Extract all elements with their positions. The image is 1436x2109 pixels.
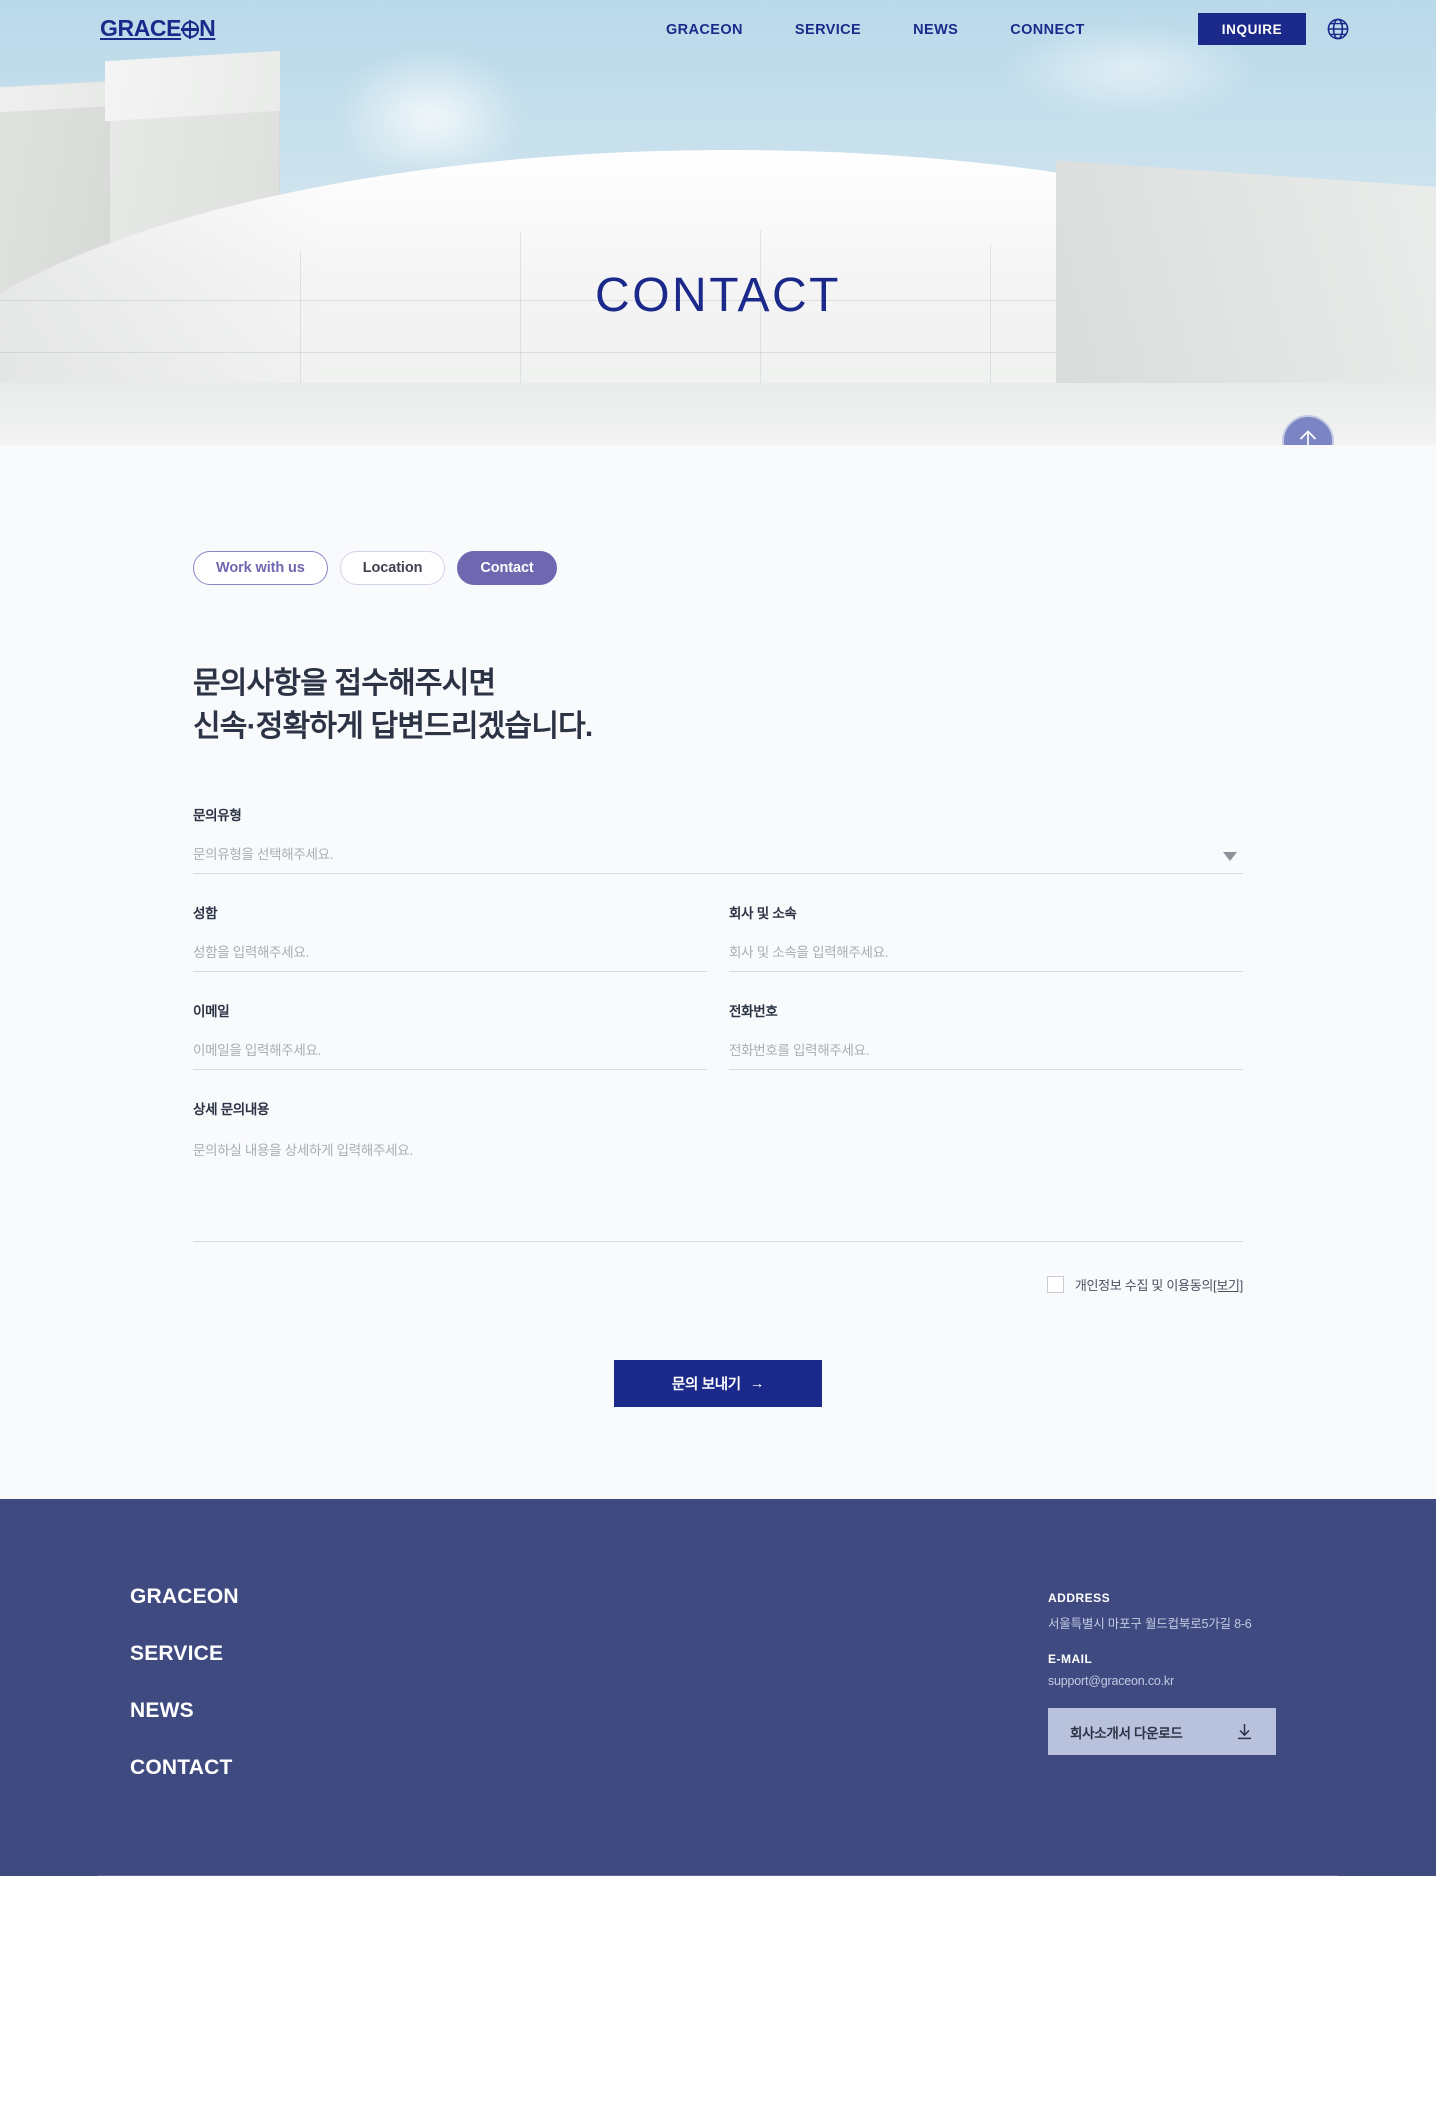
hero-banner: CONTACT GRACE N GRACEON SERVICE NEWS CONN…	[0, 0, 1436, 445]
headline-line-2: 신속·정확하게 답변드리겠습니다.	[193, 709, 593, 743]
email-label: E-MAIL	[1048, 1652, 1093, 1667]
hero-ground	[0, 383, 1436, 445]
site-logo[interactable]: GRACE N	[100, 15, 216, 41]
tab-contact[interactable]: Contact	[457, 551, 557, 585]
submit-inquiry-button[interactable]: 문의 보내기 →	[614, 1360, 822, 1408]
field-inquiry-type: 문의유형	[193, 804, 1243, 875]
inquiry-type-label: 문의유형	[193, 808, 242, 824]
footer-nav: GRACEON SERVICE NEWS CONTACT	[98, 1585, 239, 1813]
footer-link-contact[interactable]: CONTACT	[130, 1756, 239, 1780]
company-label: 회사 및 소속	[729, 906, 797, 922]
privacy-consent-row: 개인정보 수집 및 이용동의[보기]	[193, 1275, 1243, 1294]
main-content: Work with us Location Contact 문의사항을 접수해주…	[0, 445, 1436, 1500]
company-input[interactable]	[729, 945, 1243, 973]
download-icon	[1238, 1724, 1251, 1740]
globe-o-icon	[180, 20, 200, 39]
arrow-right-icon: →	[749, 1375, 765, 1392]
privacy-consent-label: 개인정보 수집 및 이용동의[보기]	[1075, 1275, 1243, 1294]
field-company: 회사 및 소속	[729, 902, 1243, 973]
main-nav: GRACEON SERVICE NEWS CONNECT	[640, 22, 1111, 38]
contact-form: 문의유형 성함 회사 및 소속 이메일	[193, 804, 1243, 1408]
details-label: 상세 문의내용	[193, 1102, 270, 1118]
nav-item-connect[interactable]: CONNECT	[984, 22, 1111, 38]
privacy-consent-text: 개인정보 수집 및 이용동의	[1074, 1278, 1214, 1294]
phone-input[interactable]	[729, 1043, 1243, 1071]
email-input[interactable]	[193, 1043, 707, 1071]
footer-contact-info: ADDRESS 서울특별시 마포구 월드컵북로5가길 8-6 E-MAIL su…	[1048, 1585, 1338, 1813]
inquiry-type-select[interactable]	[193, 847, 1243, 875]
email-value: support@graceon.co.kr	[1048, 1674, 1174, 1689]
field-row-name-company: 성함 회사 및 소속	[193, 902, 1243, 1000]
address-label: ADDRESS	[1048, 1591, 1111, 1606]
page-title: CONTACT	[595, 269, 841, 322]
footer-divider	[98, 1875, 1338, 1877]
tab-work-with-us[interactable]: Work with us	[193, 551, 328, 585]
privacy-consent-checkbox[interactable]	[1046, 1276, 1064, 1294]
name-input[interactable]	[193, 945, 707, 973]
nav-item-service[interactable]: SERVICE	[769, 22, 887, 38]
field-row-email-phone: 이메일 전화번호	[193, 1000, 1243, 1098]
section-tabs: Work with us Location Contact	[193, 445, 1243, 585]
arrow-up-icon	[1299, 430, 1317, 445]
field-email: 이메일	[193, 1000, 707, 1071]
details-textarea[interactable]	[193, 1140, 1243, 1243]
field-phone: 전화번호	[729, 1000, 1243, 1071]
download-company-profile-button[interactable]: 회사소개서 다운로드	[1048, 1708, 1276, 1756]
footer-link-service[interactable]: SERVICE	[130, 1642, 239, 1666]
tab-location[interactable]: Location	[339, 551, 446, 585]
privacy-policy-view-link[interactable]: [보기]	[1213, 1278, 1243, 1293]
logo-text-after: N	[199, 15, 216, 41]
download-button-label: 회사소개서 다운로드	[1070, 1725, 1183, 1741]
nav-item-news[interactable]: NEWS	[887, 22, 984, 38]
section-headline: 문의사항을 접수해주시면 신속·정확하게 답변드리겠습니다.	[193, 663, 1243, 748]
footer-link-graceon[interactable]: GRACEON	[130, 1585, 239, 1609]
site-header: GRACE N GRACEON SERVICE NEWS CONNECT INQU…	[0, 0, 1436, 70]
field-name: 성함	[193, 902, 707, 973]
field-details: 상세 문의내용	[193, 1098, 1243, 1247]
inquire-button[interactable]: INQUIRE	[1198, 13, 1306, 45]
phone-label: 전화번호	[729, 1004, 778, 1020]
email-label: 이메일	[193, 1004, 230, 1020]
footer-link-news[interactable]: NEWS	[130, 1699, 239, 1723]
nav-item-graceon[interactable]: GRACEON	[640, 22, 769, 38]
site-footer: GRACEON SERVICE NEWS CONTACT ADDRESS 서울특…	[0, 1499, 1436, 1877]
globe-icon[interactable]	[1325, 16, 1351, 42]
address-value: 서울특별시 마포구 월드컵북로5가길 8-6	[1048, 1617, 1252, 1632]
submit-button-label: 문의 보내기	[671, 1377, 741, 1394]
headline-line-1: 문의사항을 접수해주시면	[193, 667, 496, 700]
logo-text-before: GRACE	[100, 15, 182, 41]
name-label: 성함	[193, 906, 218, 922]
submit-row: 문의 보내기 →	[193, 1360, 1243, 1408]
